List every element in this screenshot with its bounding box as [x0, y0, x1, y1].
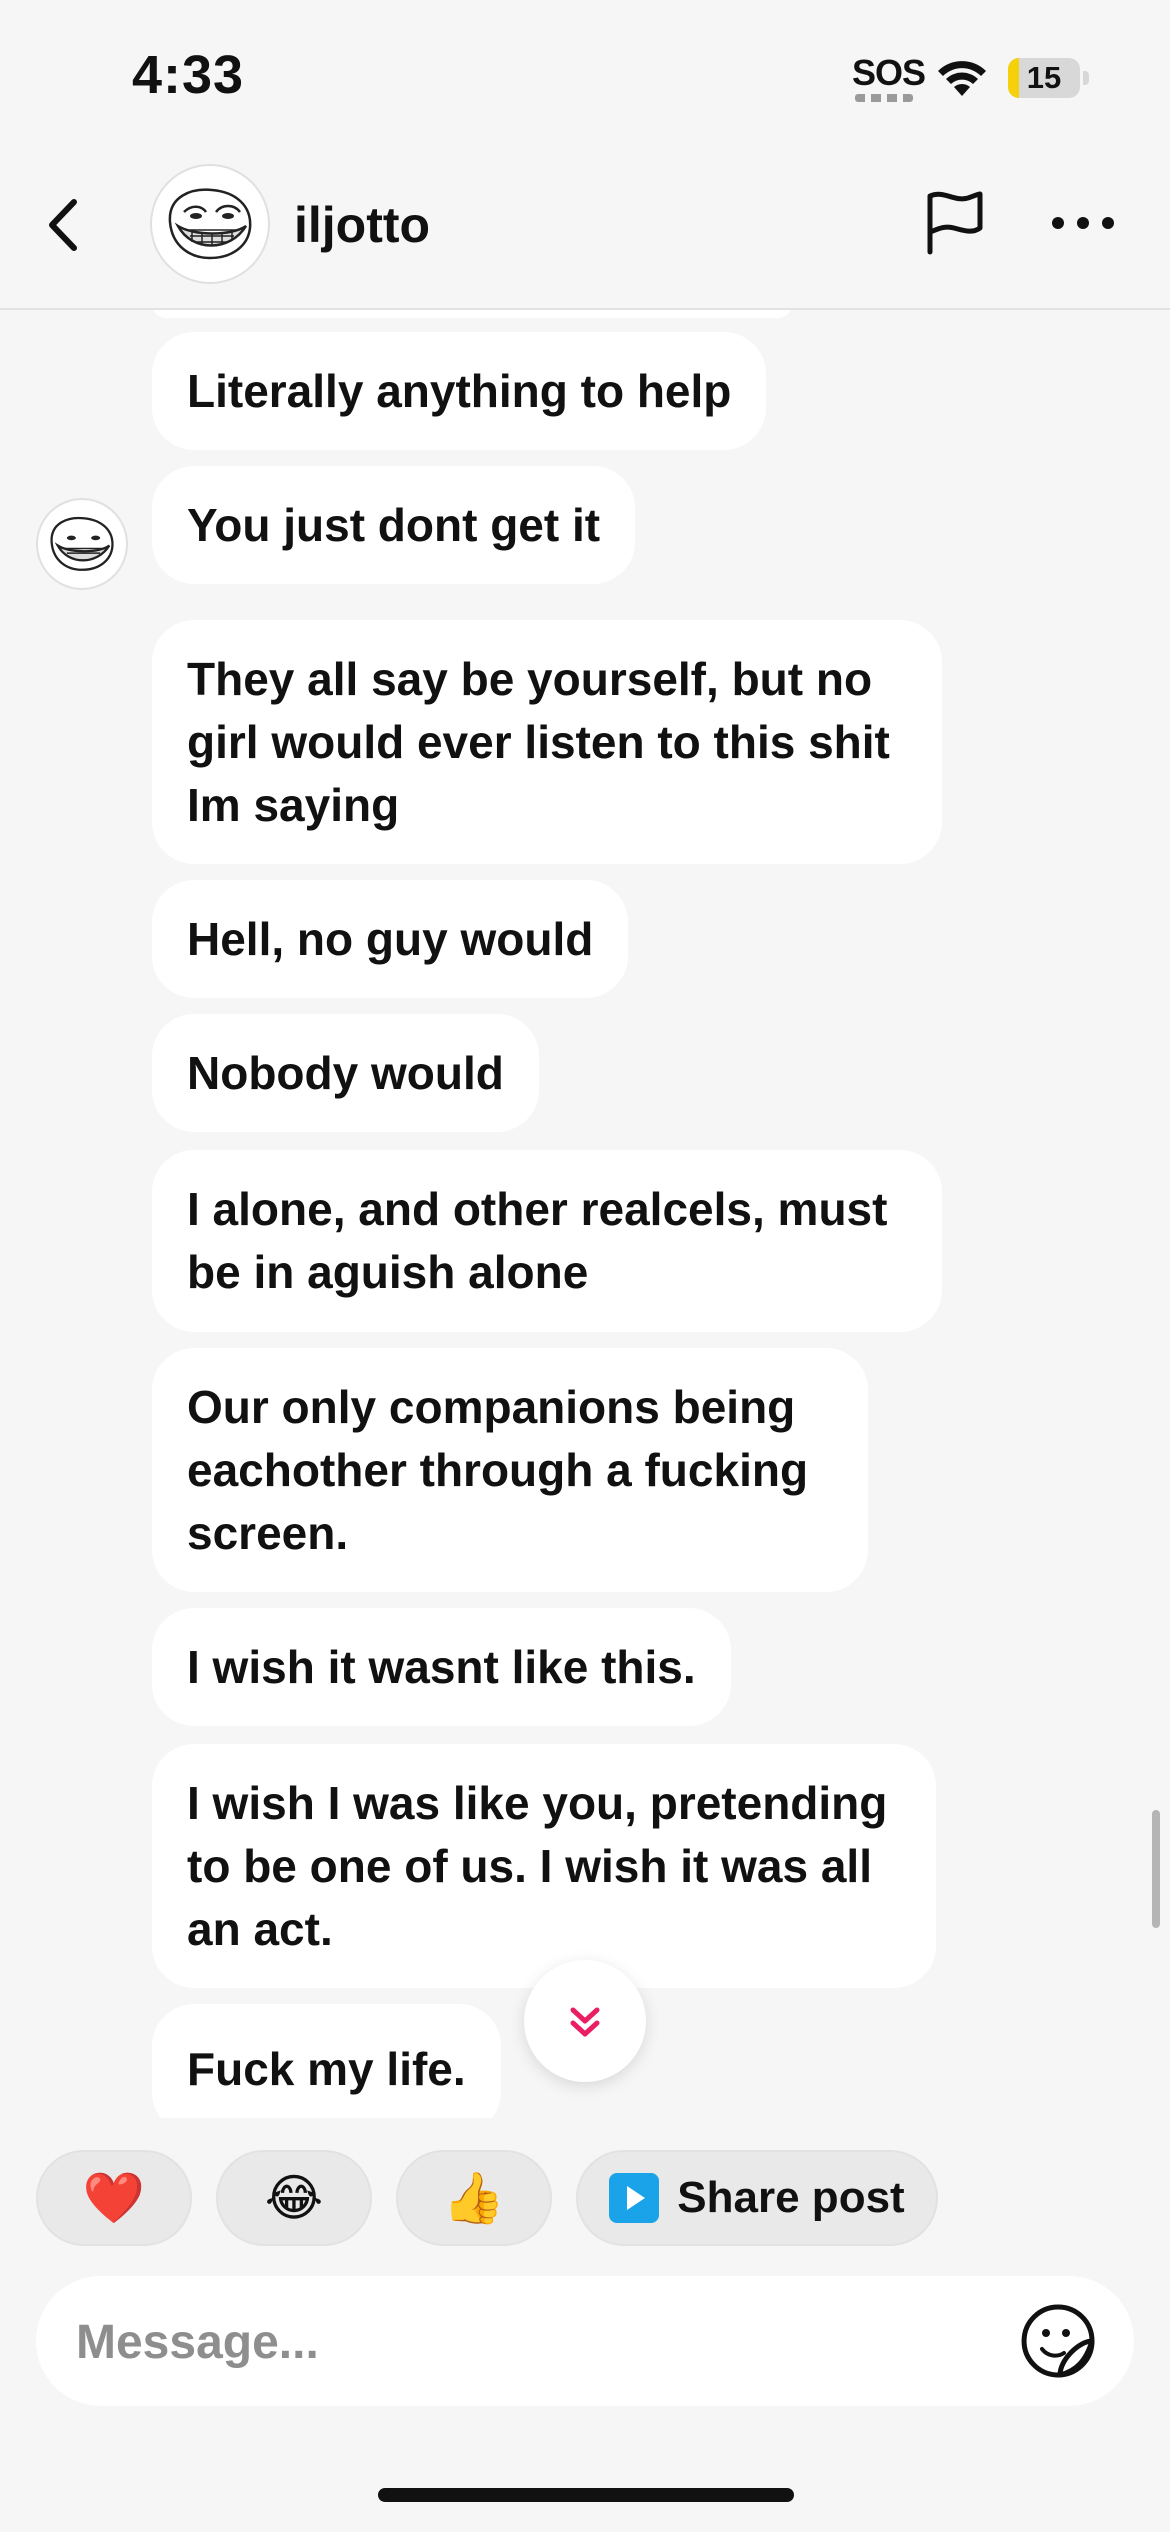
message-bubble[interactable]: Fuck my life. [152, 2004, 501, 2118]
message-bubble[interactable]: I alone, and other realcels, must be in … [152, 1150, 942, 1332]
trollface-avatar [50, 516, 114, 571]
chevrons-down-icon [570, 2007, 600, 2037]
message-bubble[interactable]: Our only companions being eachother thro… [152, 1348, 868, 1592]
message-thread[interactable]: Literally anything to help You just dont… [0, 310, 1170, 2118]
message-bubble[interactable]: I wish it wasnt like this. [152, 1608, 731, 1726]
play-square-icon [609, 2173, 660, 2223]
scroll-to-bottom-button[interactable] [524, 1960, 646, 2082]
laugh-reaction-button[interactable]: 😂 [216, 2150, 372, 2246]
thumbs-up-icon: 👍 [442, 2169, 506, 2226]
heart-reaction-button[interactable]: ❤️ [36, 2150, 192, 2246]
battery-indicator: 15 [1008, 58, 1089, 98]
message-bubble[interactable]: They all say be yourself, but no girl wo… [152, 620, 942, 864]
avatar[interactable] [150, 164, 270, 284]
quick-reply-bar: ❤️ 😂 👍 Share post [0, 2150, 1170, 2250]
sender-avatar[interactable] [36, 498, 128, 590]
heart-icon: ❤️ [82, 2169, 146, 2226]
chevron-left-icon[interactable] [36, 190, 96, 260]
message-bubble[interactable]: Nobody would [152, 1014, 539, 1132]
home-indicator[interactable] [378, 2488, 794, 2502]
cellular-dots [855, 94, 913, 102]
scrollbar[interactable] [1152, 1810, 1160, 1928]
message-bubble[interactable]: Hell, no guy would [152, 880, 629, 998]
message-input[interactable] [74, 2276, 978, 2408]
sticker-smile-icon[interactable] [1020, 2303, 1096, 2379]
status-time: 4:33 [132, 45, 245, 105]
laughing-emoji-icon: 😂 [264, 2170, 324, 2226]
battery-percent: 15 [1026, 60, 1062, 95]
wifi-icon [938, 61, 986, 96]
trollface-avatar [168, 188, 252, 260]
sos-indicator: SOS [852, 52, 926, 93]
chat-header: iljotto [0, 150, 1170, 310]
message-bubble[interactable]: I wish I was like you, pretending to be … [152, 1744, 936, 1988]
message-bubble[interactable]: Literally anything to help [152, 332, 767, 450]
previous-message-edge [152, 310, 792, 318]
share-post-label: Share post [677, 2173, 905, 2222]
thumbs-up-reaction-button[interactable]: 👍 [396, 2150, 552, 2246]
flag-icon[interactable] [918, 188, 988, 258]
message-composer [36, 2276, 1134, 2408]
share-post-button[interactable]: Share post [576, 2150, 938, 2246]
chat-username[interactable]: iljotto [294, 196, 430, 254]
more-horizontal-icon[interactable] [1050, 208, 1116, 238]
status-bar: 4:33 SOS 15 [0, 0, 1170, 150]
message-bubble[interactable]: You just dont get it [152, 466, 636, 584]
